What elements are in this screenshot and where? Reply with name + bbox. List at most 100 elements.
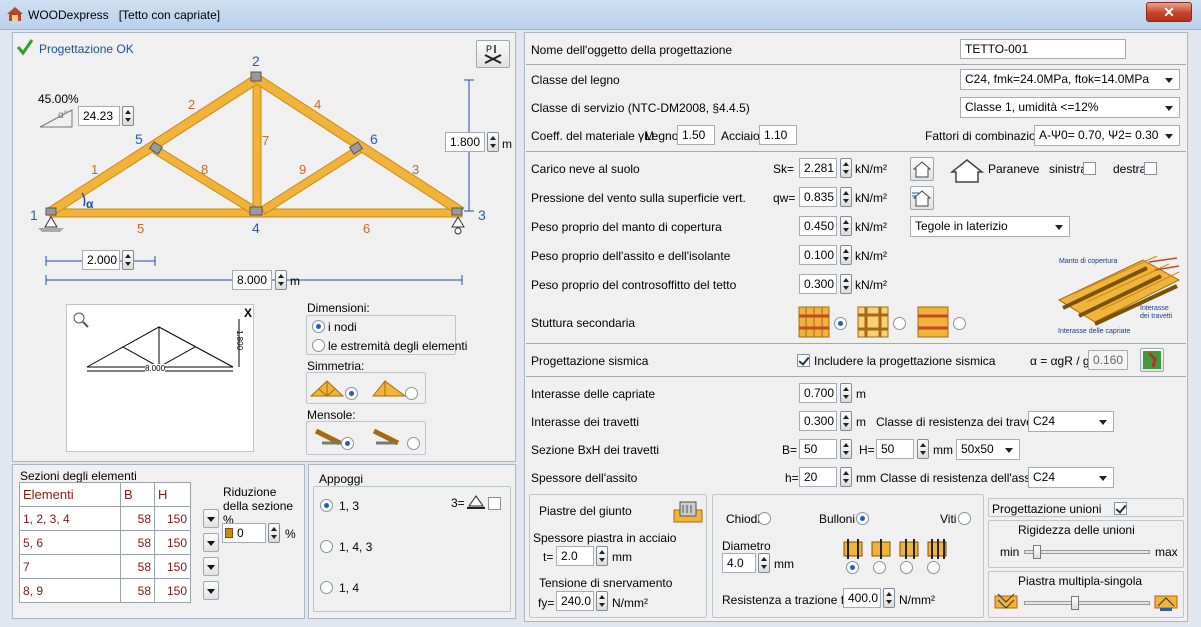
row4-dropdown[interactable] xyxy=(203,581,219,600)
bulloni-radio[interactable] xyxy=(856,512,869,525)
row-b[interactable]: 58 xyxy=(120,554,155,579)
height-spinner[interactable] xyxy=(487,132,499,152)
plate-type-slider-thumb[interactable] xyxy=(1071,596,1080,610)
diameter-spinner[interactable] xyxy=(758,553,770,573)
offset-input[interactable]: 2.000 xyxy=(82,250,120,270)
ceiling-weight-input[interactable]: 0.300 xyxy=(799,274,837,294)
purlin-spacing-spinner[interactable] xyxy=(840,411,852,431)
alpha-spinner[interactable] xyxy=(122,106,134,126)
ceiling-weight-spinner[interactable] xyxy=(840,274,852,294)
rigidity-slider-thumb[interactable] xyxy=(1033,545,1042,559)
deck-class-select[interactable]: C24 xyxy=(1028,467,1114,488)
row2-dropdown[interactable] xyxy=(203,533,219,552)
deck-thickness-input[interactable]: 20 xyxy=(799,467,837,487)
row1-dropdown[interactable] xyxy=(203,509,219,528)
bolt-layout1-radio[interactable] xyxy=(846,561,859,574)
supports-1-4-3-radio[interactable] xyxy=(320,540,333,553)
row-h[interactable]: 150 xyxy=(154,506,191,531)
table-row[interactable]: 5, 6 58 150 xyxy=(19,530,191,555)
bolt-layout4-radio[interactable] xyxy=(927,561,940,574)
object-name-input[interactable]: TETTO-001 xyxy=(960,39,1126,59)
row-h[interactable]: 150 xyxy=(154,530,191,555)
roof-weight-spinner[interactable] xyxy=(840,216,852,236)
seismic-include-checkbox[interactable] xyxy=(797,354,810,367)
seismic-alpha-input[interactable]: 0.160 xyxy=(1088,350,1128,370)
unions-checkbox[interactable] xyxy=(1114,502,1127,515)
chiodi-radio[interactable] xyxy=(758,512,771,525)
secondary-type2-radio[interactable] xyxy=(893,317,906,330)
deck-thickness-spinner[interactable] xyxy=(840,467,852,487)
dimensions-nodes-radio[interactable] xyxy=(312,320,325,333)
supports-1-4-radio[interactable] xyxy=(320,581,333,594)
purlin-b-input[interactable]: 50 xyxy=(799,439,837,459)
yield-stress-spinner[interactable] xyxy=(596,591,608,611)
wind-input[interactable]: 0.835 xyxy=(799,187,837,207)
tensile-input[interactable]: 400.0 xyxy=(843,588,881,608)
span-input[interactable]: 8.000 xyxy=(232,270,272,290)
wind-map-button[interactable] xyxy=(910,186,934,210)
combination-select[interactable]: A-Ψ0= 0.70, Ψ2= 0.30 xyxy=(1034,125,1180,146)
diameter-input[interactable]: 4.0 xyxy=(722,553,756,573)
wood-class-select[interactable]: C24, fmk=24.0MPa, ftok=14.0MPa xyxy=(960,69,1180,90)
row-b[interactable]: 58 xyxy=(120,578,155,603)
offset-spinner[interactable] xyxy=(122,250,134,270)
purlin-h-spinner[interactable] xyxy=(917,439,929,459)
viti-radio[interactable] xyxy=(958,512,971,525)
secondary-type1-radio[interactable] xyxy=(834,317,847,330)
row-b[interactable]: 58 xyxy=(120,506,155,531)
alpha-input[interactable]: 24.23 xyxy=(78,106,120,126)
paraneve-right-checkbox[interactable] xyxy=(1144,162,1157,175)
truss-spacing-input[interactable]: 0.700 xyxy=(799,383,837,403)
wind-spinner[interactable] xyxy=(840,187,852,207)
paraneve-left-checkbox[interactable] xyxy=(1083,162,1096,175)
truss-preview[interactable] xyxy=(66,304,254,452)
snow-map-button[interactable] xyxy=(910,157,934,181)
roof-cover-caption: Manto di copertura xyxy=(1059,258,1118,265)
purlin-h-input[interactable]: 50 xyxy=(876,439,914,459)
close-button[interactable]: ✕ xyxy=(1146,2,1192,22)
table-row[interactable]: 7 58 150 xyxy=(19,554,191,579)
dimensions-ends-radio[interactable] xyxy=(312,339,325,352)
plate-thickness-input[interactable]: 2.0 xyxy=(556,546,594,566)
legno-input[interactable]: 1.50 xyxy=(677,125,715,145)
plate-thickness-spinner[interactable] xyxy=(596,546,608,566)
span-spinner[interactable] xyxy=(275,270,287,290)
table-row[interactable]: 1, 2, 3, 4 58 150 xyxy=(19,506,191,531)
asymmetric-radio[interactable] xyxy=(405,387,418,400)
secondary-type3-radio[interactable] xyxy=(953,317,966,330)
symmetric-radio[interactable] xyxy=(345,387,358,400)
tensile-spinner[interactable] xyxy=(883,588,895,608)
purlin-class-select[interactable]: C24 xyxy=(1028,411,1114,432)
acciaio-input[interactable]: 1.10 xyxy=(759,125,797,145)
deck-thickness-symbol: h= xyxy=(785,471,799,485)
service-class-select[interactable]: Classe 1, umidità <=12% xyxy=(960,97,1180,118)
element-8 xyxy=(152,145,257,215)
seismic-map-button[interactable] xyxy=(1140,348,1164,372)
no-overhang-radio[interactable] xyxy=(341,437,354,450)
truss-spacing-spinner[interactable] xyxy=(840,383,852,403)
bolt-layout2-radio[interactable] xyxy=(873,561,886,574)
roof-weight-input[interactable]: 0.450 xyxy=(799,216,837,236)
deck-weight-spinner[interactable] xyxy=(840,245,852,265)
snow-input[interactable]: 2.281 xyxy=(799,158,837,178)
purlin-spacing-input[interactable]: 0.300 xyxy=(799,411,837,431)
plate-type-slider-track[interactable] xyxy=(1024,601,1150,605)
support3-fixed-checkbox[interactable] xyxy=(488,497,501,510)
yield-stress-input[interactable]: 240.0 xyxy=(556,591,594,611)
supports-1-3-radio[interactable] xyxy=(320,499,333,512)
row-h[interactable]: 150 xyxy=(154,554,191,579)
row3-dropdown[interactable] xyxy=(203,557,219,576)
deck-weight-input[interactable]: 0.100 xyxy=(799,245,837,265)
roof-type-select[interactable]: Tegole in laterizio xyxy=(910,216,1070,237)
purlin-b-spinner[interactable] xyxy=(840,439,852,459)
table-row[interactable]: 8, 9 58 150 xyxy=(19,578,191,603)
bolt-layout3-radio[interactable] xyxy=(900,561,913,574)
overhang-radio[interactable] xyxy=(407,437,420,450)
reduction-spinner[interactable] xyxy=(268,523,280,543)
row-h[interactable]: 150 xyxy=(154,578,191,603)
row-b[interactable]: 58 xyxy=(120,530,155,555)
rigidity-slider-track[interactable] xyxy=(1024,550,1150,554)
purlin-section-select[interactable]: 50x50 xyxy=(956,439,1020,460)
height-input[interactable]: 1.800 xyxy=(445,132,485,152)
snow-spinner[interactable] xyxy=(840,158,852,178)
